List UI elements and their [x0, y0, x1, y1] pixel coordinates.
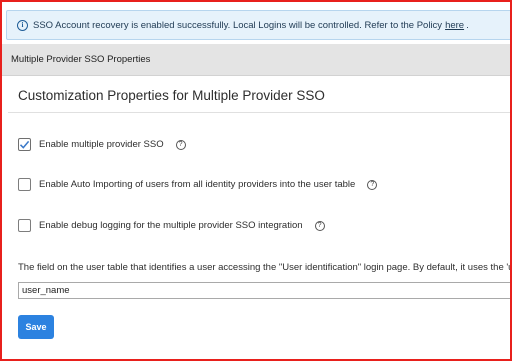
auto-import-checkbox[interactable] [18, 178, 31, 191]
policy-link[interactable]: here [445, 20, 464, 31]
divider [8, 112, 512, 113]
save-button[interactable]: Save [18, 315, 54, 339]
option-label: Enable Auto Importing of users from all … [39, 179, 356, 190]
info-notice: i SSO Account recovery is enabled succes… [6, 10, 512, 40]
multiple-provider-sso-checkbox[interactable] [18, 138, 31, 151]
debug-logging-checkbox[interactable] [18, 219, 31, 232]
option-label: Enable debug logging for the multiple pr… [39, 220, 303, 231]
help-icon[interactable]: ? [314, 220, 325, 231]
panel-title: Customization Properties for Multiple Pr… [18, 88, 325, 103]
notice-text: SSO Account recovery is enabled successf… [33, 19, 443, 31]
option-auto-import: Enable Auto Importing of users from all … [18, 178, 378, 191]
user-field-description: The field on the user table that identif… [18, 262, 512, 273]
option-multiple-provider-sso: Enable multiple provider SSO ? [18, 138, 186, 151]
section-header: Multiple Provider SSO Properties [2, 44, 512, 76]
help-icon[interactable]: ? [175, 139, 186, 150]
info-icon: i [17, 19, 28, 31]
checkmark-icon [19, 140, 30, 149]
help-icon[interactable]: ? [367, 179, 378, 190]
section-title: Multiple Provider SSO Properties [11, 54, 151, 65]
user-identification-field[interactable] [18, 282, 512, 299]
option-debug-logging: Enable debug logging for the multiple pr… [18, 219, 325, 232]
notice-suffix: . [466, 19, 469, 31]
option-label: Enable multiple provider SSO [39, 139, 164, 150]
